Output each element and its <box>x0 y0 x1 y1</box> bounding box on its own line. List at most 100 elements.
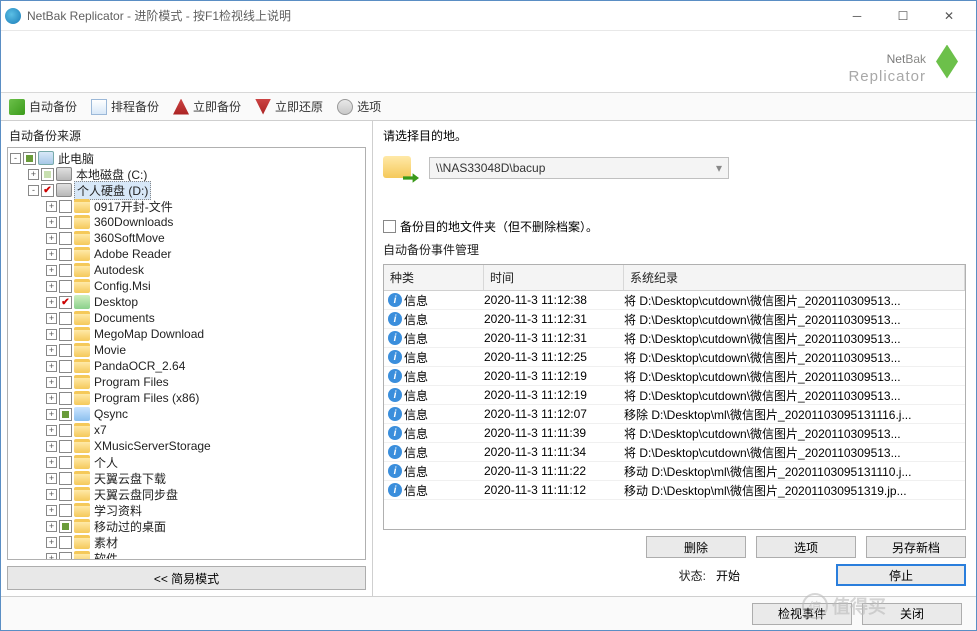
checkbox[interactable] <box>59 456 72 469</box>
auto-backup-button[interactable]: 自动备份 <box>9 98 77 115</box>
tree-folder-node[interactable]: +个人 <box>46 454 365 470</box>
checkbox[interactable] <box>59 472 72 485</box>
tree-folder-node[interactable]: +360Downloads <box>46 214 365 230</box>
app-icon <box>5 8 21 24</box>
tree-drive-node[interactable]: -个人硬盘 (D:) <box>28 182 365 198</box>
save-as-button[interactable]: 另存新档 <box>866 536 966 558</box>
brand-logo: NetBak Replicator <box>848 39 926 84</box>
tree-folder-node[interactable]: +MegoMap Download <box>46 326 365 342</box>
tree-folder-node[interactable]: +天翼云盘下载 <box>46 470 365 486</box>
destination-combobox[interactable]: \\NAS33048D\bacup <box>429 157 729 179</box>
checkbox[interactable] <box>59 552 72 561</box>
source-tree[interactable]: -此电脑+本地磁盘 (C:)-个人硬盘 (D:)+0917开封-文件+360Do… <box>7 147 366 560</box>
checkbox[interactable] <box>59 312 72 325</box>
simple-mode-button[interactable]: << 简易模式 <box>7 566 366 590</box>
events-body[interactable]: i信息2020-11-3 11:12:38将 D:\Desktop\cutdow… <box>384 291 965 529</box>
event-row[interactable]: i信息2020-11-3 11:11:12移动 D:\Desktop\ml\微信… <box>384 481 965 500</box>
checkbox[interactable] <box>59 488 72 501</box>
schedule-backup-button[interactable]: 排程备份 <box>91 98 159 115</box>
restore-now-button[interactable]: 立即还原 <box>255 98 323 115</box>
checkbox[interactable] <box>59 248 72 261</box>
event-row[interactable]: i信息2020-11-3 11:12:19将 D:\Desktop\cutdow… <box>384 386 965 405</box>
folder-icon <box>74 455 90 469</box>
folder-icon <box>74 231 90 245</box>
event-row[interactable]: i信息2020-11-3 11:12:31将 D:\Desktop\cutdow… <box>384 310 965 329</box>
event-row[interactable]: i信息2020-11-3 11:11:22移动 D:\Desktop\ml\微信… <box>384 462 965 481</box>
tree-folder-node[interactable]: +天翼云盘同步盘 <box>46 486 365 502</box>
status-label: 状态: <box>679 567 706 584</box>
checkbox[interactable] <box>59 296 72 309</box>
stop-button[interactable]: 停止 <box>836 564 966 586</box>
tree-folder-node[interactable]: +x7 <box>46 422 365 438</box>
col-record[interactable]: 系统纪录 <box>624 265 965 290</box>
event-row[interactable]: i信息2020-11-3 11:11:34将 D:\Desktop\cutdow… <box>384 443 965 462</box>
checkbox[interactable] <box>59 392 72 405</box>
checkbox[interactable] <box>59 264 72 277</box>
event-row[interactable]: i信息2020-11-3 11:12:38将 D:\Desktop\cutdow… <box>384 291 965 310</box>
col-time[interactable]: 时间 <box>484 265 624 290</box>
tree-root-node[interactable]: -此电脑 <box>10 150 365 166</box>
source-header: 自动备份来源 <box>7 124 366 147</box>
checkbox[interactable] <box>59 200 72 213</box>
tree-folder-node[interactable]: +XMusicServerStorage <box>46 438 365 454</box>
tree-folder-node[interactable]: +360SoftMove <box>46 230 365 246</box>
events-table: 种类 时间 系统纪录 i信息2020-11-3 11:12:38将 D:\Des… <box>383 264 966 530</box>
checkbox[interactable] <box>59 232 72 245</box>
checkbox[interactable] <box>59 536 72 549</box>
pc-icon <box>38 151 54 165</box>
close-button[interactable]: ✕ <box>926 1 972 31</box>
checkbox[interactable] <box>59 408 72 421</box>
checkbox[interactable] <box>59 424 72 437</box>
event-row[interactable]: i信息2020-11-3 11:12:07移除 D:\Desktop\ml\微信… <box>384 405 965 424</box>
tree-folder-node[interactable]: +Desktop <box>46 294 365 310</box>
event-row[interactable]: i信息2020-11-3 11:12:19将 D:\Desktop\cutdow… <box>384 367 965 386</box>
checkbox[interactable] <box>23 152 36 165</box>
folder-icon <box>74 551 90 560</box>
event-row[interactable]: i信息2020-11-3 11:12:25将 D:\Desktop\cutdow… <box>384 348 965 367</box>
close-dialog-button[interactable]: 关闭 <box>862 603 962 625</box>
tree-folder-node[interactable]: +学习资料 <box>46 502 365 518</box>
main-toolbar: 自动备份 排程备份 立即备份 立即还原 选项 <box>1 93 976 121</box>
tree-folder-node[interactable]: +Documents <box>46 310 365 326</box>
info-icon: i <box>388 464 402 478</box>
info-icon: i <box>388 388 402 402</box>
tree-folder-node[interactable]: +Adobe Reader <box>46 246 365 262</box>
tree-folder-node[interactable]: +PandaOCR_2.64 <box>46 358 365 374</box>
tree-folder-node[interactable]: +0917开封-文件 <box>46 198 365 214</box>
tree-folder-node[interactable]: +软件 <box>46 550 365 560</box>
review-events-button[interactable]: 检视事件 <box>752 603 852 625</box>
event-row[interactable]: i信息2020-11-3 11:11:39将 D:\Desktop\cutdow… <box>384 424 965 443</box>
tree-folder-node[interactable]: +Program Files (x86) <box>46 390 365 406</box>
backup-now-button[interactable]: 立即备份 <box>173 98 241 115</box>
brand-diamond-icon <box>936 45 958 79</box>
tree-folder-node[interactable]: +素材 <box>46 534 365 550</box>
maximize-button[interactable]: ☐ <box>880 1 926 31</box>
delete-button[interactable]: 删除 <box>646 536 746 558</box>
folder-icon <box>74 295 90 309</box>
col-kind[interactable]: 种类 <box>384 265 484 290</box>
checkbox[interactable] <box>41 168 54 181</box>
event-row[interactable]: i信息2020-11-3 11:12:31将 D:\Desktop\cutdow… <box>384 329 965 348</box>
checkbox[interactable] <box>59 360 72 373</box>
tree-folder-node[interactable]: +Config.Msi <box>46 278 365 294</box>
checkbox[interactable] <box>59 440 72 453</box>
event-options-button[interactable]: 选项 <box>756 536 856 558</box>
options-button[interactable]: 选项 <box>337 98 381 115</box>
tree-folder-node[interactable]: +Autodesk <box>46 262 365 278</box>
checkbox[interactable] <box>59 328 72 341</box>
mirror-checkbox[interactable] <box>383 220 396 233</box>
tree-folder-node[interactable]: +移动过的桌面 <box>46 518 365 534</box>
checkbox[interactable] <box>59 376 72 389</box>
folder-icon <box>74 535 90 549</box>
source-pane: 自动备份来源 -此电脑+本地磁盘 (C:)-个人硬盘 (D:)+0917开封-文… <box>1 121 373 596</box>
checkbox[interactable] <box>59 344 72 357</box>
minimize-button[interactable]: ─ <box>834 1 880 31</box>
tree-folder-node[interactable]: +Program Files <box>46 374 365 390</box>
checkbox[interactable] <box>59 520 72 533</box>
tree-folder-node[interactable]: +Qsync <box>46 406 365 422</box>
checkbox[interactable] <box>59 504 72 517</box>
tree-folder-node[interactable]: +Movie <box>46 342 365 358</box>
checkbox[interactable] <box>59 216 72 229</box>
checkbox[interactable] <box>41 184 54 197</box>
checkbox[interactable] <box>59 280 72 293</box>
